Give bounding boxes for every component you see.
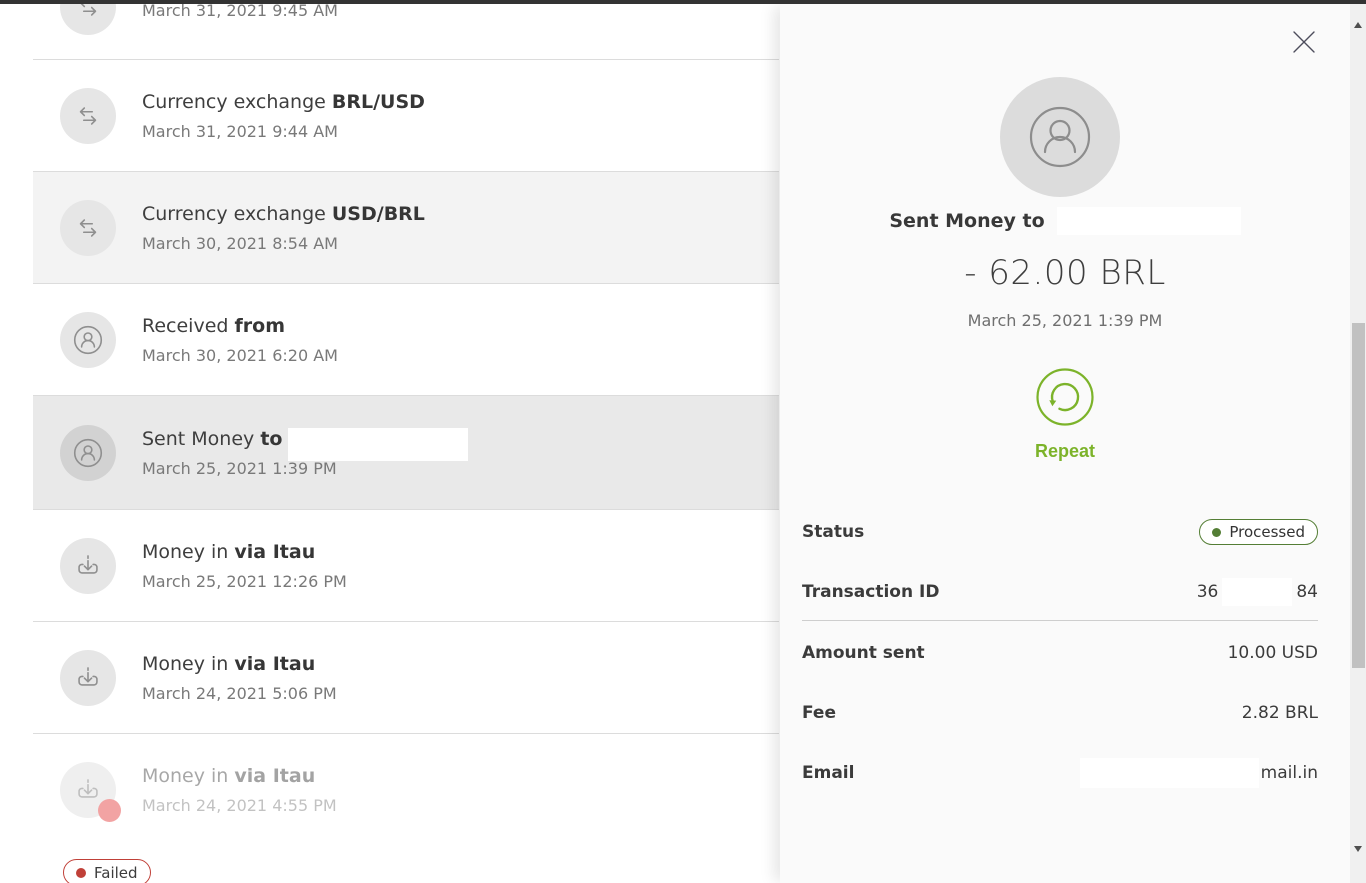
- scroll-up-button[interactable]: [1350, 6, 1366, 22]
- exchange-arrows-icon: [60, 0, 116, 35]
- top-border: [0, 0, 1366, 4]
- transaction-row[interactable]: Currency exchange USD/BRL March 30, 2021…: [33, 172, 779, 284]
- status-badge: Processed: [1199, 519, 1318, 545]
- transaction-list: March 31, 2021 9:45 AM Currency exchange…: [33, 0, 779, 883]
- redacted-recipient-name: [288, 428, 468, 461]
- email-value: mail.in: [1080, 758, 1318, 788]
- vertical-scrollbar[interactable]: [1350, 4, 1366, 883]
- avatar: [1000, 77, 1120, 197]
- repeat-icon: [1035, 367, 1095, 427]
- transaction-id-row: Transaction ID 36 84: [802, 572, 1318, 612]
- close-button[interactable]: [1291, 29, 1317, 55]
- money-in-icon: [60, 762, 116, 818]
- transaction-row[interactable]: Money in via Itau March 24, 2021 5:06 PM: [33, 622, 779, 734]
- row-date: March 31, 2021 9:44 AM: [142, 121, 425, 142]
- email-label: Email: [802, 763, 854, 783]
- row-title-bold: via Itau: [234, 653, 315, 675]
- row-title: Money in: [142, 765, 234, 787]
- transaction-id-label: Transaction ID: [802, 582, 939, 602]
- amount-sent-label: Amount sent: [802, 643, 925, 663]
- row-title-bold: to: [260, 428, 282, 450]
- row-title-bold: from: [235, 315, 286, 337]
- scroll-down-button[interactable]: [1350, 851, 1366, 867]
- amount-sent-value: 10.00 USD: [1228, 643, 1318, 663]
- repeat-button[interactable]: Repeat: [780, 367, 1350, 462]
- row-title-bold: USD/BRL: [332, 203, 425, 225]
- scrollbar-thumb[interactable]: [1352, 323, 1365, 668]
- money-in-icon: [60, 650, 116, 706]
- failed-indicator-dot: [98, 799, 121, 822]
- row-date: March 30, 2021 6:20 AM: [142, 345, 338, 366]
- row-title: Currency exchange: [142, 203, 332, 225]
- transaction-id-value: 36 84: [1197, 578, 1318, 606]
- row-title: Money in: [142, 541, 234, 563]
- scroll-down-icon: [1354, 846, 1362, 867]
- amount-sent-row: Amount sent 10.00 USD: [802, 633, 1318, 673]
- panel-title: Sent Money to: [889, 210, 1044, 232]
- status-label: Status: [802, 522, 864, 542]
- person-icon: [60, 312, 116, 368]
- money-in-icon: [60, 538, 116, 594]
- person-icon: [60, 425, 116, 481]
- email-value-visible: mail.in: [1261, 763, 1318, 783]
- divider: [802, 620, 1318, 621]
- transaction-row-failed[interactable]: Money in via Itau March 24, 2021 4:55 PM: [33, 734, 779, 846]
- close-icon: [1291, 29, 1317, 55]
- row-date: March 25, 2021 12:26 PM: [142, 571, 347, 592]
- fee-value: 2.82 BRL: [1242, 703, 1318, 723]
- row-date: March 24, 2021 4:55 PM: [142, 795, 337, 816]
- person-icon: [1000, 77, 1120, 197]
- row-title-bold: via Itau: [234, 765, 315, 787]
- transaction-id-end: 84: [1296, 582, 1318, 602]
- row-title-bold: BRL/USD: [332, 91, 425, 113]
- redacted-transaction-id: [1222, 578, 1292, 606]
- scroll-up-icon: [1354, 7, 1362, 28]
- repeat-label: Repeat: [1035, 441, 1095, 462]
- transaction-date: March 25, 2021 1:39 PM: [780, 311, 1350, 330]
- transaction-id-start: 36: [1197, 582, 1219, 602]
- panel-title-row: Sent Money to: [780, 207, 1350, 235]
- exchange-arrows-icon: [60, 200, 116, 256]
- row-title: Money in: [142, 653, 234, 675]
- failed-dot-icon: [76, 868, 86, 878]
- fee-row: Fee 2.82 BRL: [802, 693, 1318, 733]
- exchange-arrows-icon: [60, 88, 116, 144]
- failed-badge-label: Failed: [94, 864, 138, 882]
- row-title: Received: [142, 315, 235, 337]
- failed-status-badge: Failed: [63, 859, 151, 883]
- status-value: Processed: [1229, 523, 1305, 541]
- redacted-recipient-name: [1057, 207, 1241, 235]
- transaction-row-selected[interactable]: Sent Money to March 25, 2021 1:39 PM: [33, 396, 779, 510]
- row-date: March 30, 2021 8:54 AM: [142, 233, 425, 254]
- status-row: Status Processed: [802, 512, 1318, 552]
- row-title: Sent Money: [142, 428, 260, 450]
- transaction-row[interactable]: Money in via Itau March 25, 2021 12:26 P…: [33, 510, 779, 622]
- transaction-amount: - 62.00 BRL: [780, 250, 1350, 296]
- transaction-detail-panel: Sent Money to - 62.00 BRL March 25, 2021…: [780, 4, 1350, 883]
- row-date: March 24, 2021 5:06 PM: [142, 683, 337, 704]
- transaction-row[interactable]: Received from March 30, 2021 6:20 AM: [33, 284, 779, 396]
- row-title: Currency exchange: [142, 91, 332, 113]
- email-row: Email mail.in: [802, 753, 1318, 793]
- transaction-row[interactable]: March 31, 2021 9:45 AM: [33, 0, 779, 60]
- fee-label: Fee: [802, 703, 836, 723]
- processed-dot-icon: [1212, 528, 1221, 537]
- app-window: March 31, 2021 9:45 AM Currency exchange…: [0, 0, 1366, 883]
- row-title-bold: via Itau: [234, 541, 315, 563]
- redacted-email: [1080, 758, 1259, 788]
- transaction-row[interactable]: Currency exchange BRL/USD March 31, 2021…: [33, 60, 779, 172]
